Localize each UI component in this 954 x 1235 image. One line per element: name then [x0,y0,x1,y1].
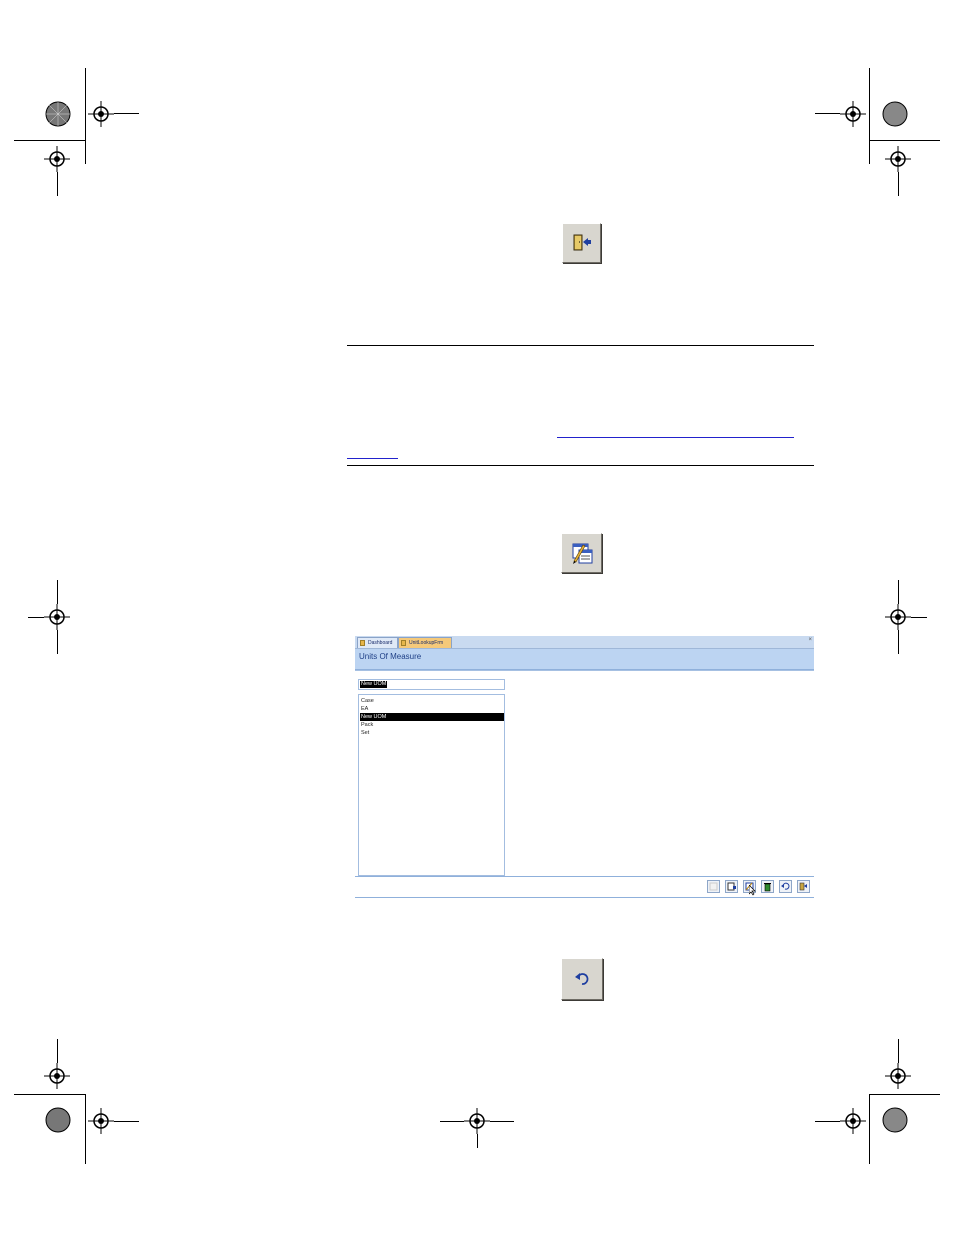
registration-target-icon [885,1063,911,1089]
crop-mark-line [114,113,139,114]
list-item[interactable]: EA [360,705,504,713]
undo-icon [575,973,589,985]
color-wheel-mark-icon [45,1107,71,1133]
undo-button[interactable] [561,958,603,1000]
color-wheel-mark-icon [882,1107,908,1133]
crop-mark-line [14,1094,85,1095]
crop-mark-line [869,68,870,164]
crop-mark-line [14,140,85,141]
crop-mark-line [57,630,58,654]
crop-mark-line [477,1134,478,1148]
exit-door-icon [573,234,591,251]
list-item[interactable]: Pack [360,721,504,729]
crop-mark-line [57,580,58,604]
undo-icon [781,882,790,890]
units-of-measure-form-screenshot: Dashboard UnitLookupFrm × Units Of Measu… [355,636,814,898]
document-tab-bar: Dashboard UnitLookupFrm × [355,636,814,649]
form-icon [360,640,365,646]
registration-target-icon [840,1108,866,1134]
save-button[interactable] [725,880,738,893]
trash-icon [764,883,771,892]
form-title: Units Of Measure [359,652,422,661]
crop-mark-line [898,172,899,196]
uom-listbox[interactable]: Case EA New UOM Pack Set [358,694,505,876]
crop-mark-line [85,1094,86,1164]
section-divider [347,345,814,346]
registration-target-icon [885,146,911,172]
crop-mark-line [28,617,44,618]
crop-mark-line [440,1121,464,1122]
hyperlink-underline[interactable] [557,437,794,438]
crop-mark-line [898,630,899,654]
crop-mark-line [57,172,58,196]
new-record-button[interactable] [707,880,720,893]
registration-target-icon [840,101,866,127]
crop-mark-line [57,1039,58,1063]
undo-button[interactable] [779,880,792,893]
crop-mark-line [911,617,927,618]
edit-record-button[interactable] [561,533,602,573]
edit-form-icon [572,543,593,564]
color-wheel-mark-icon [45,101,71,127]
form-icon [401,640,406,646]
close-tab-icon[interactable]: × [808,637,812,643]
crop-mark-line [869,140,940,141]
registration-target-icon [44,146,70,172]
crop-mark-line [898,580,899,604]
section-divider [347,465,814,466]
crop-mark-line [85,68,86,164]
registration-target-icon [885,604,911,630]
crop-mark-line [869,1094,940,1095]
registration-target-icon [44,604,70,630]
registration-target-icon [88,101,114,127]
close-form-button[interactable] [797,880,810,893]
registration-target-icon [464,1108,490,1134]
uom-name-field[interactable]: New UOM [358,679,505,690]
crop-mark-line [815,113,840,114]
list-item[interactable]: Set [360,729,504,737]
list-item-selected[interactable]: New UOM [360,713,504,721]
crop-mark-line [898,1039,899,1063]
registration-target-icon [44,1063,70,1089]
header-separator [355,670,814,671]
save-icon [727,882,736,891]
color-wheel-mark-icon [882,101,908,127]
crop-mark-line [815,1121,840,1122]
exit-button[interactable] [562,223,601,263]
uom-name-value: New UOM [360,681,388,688]
mouse-cursor-icon [749,885,756,896]
delete-button[interactable] [761,880,774,893]
crop-mark-line [114,1121,139,1122]
tab-unit-lookup-form[interactable]: UnitLookupFrm [398,637,452,648]
new-record-icon [709,882,718,891]
crop-mark-line [869,1094,870,1164]
crop-mark-line [490,1121,514,1122]
registration-target-icon [88,1108,114,1134]
tab-dashboard[interactable]: Dashboard [357,637,398,648]
exit-door-icon [799,882,807,891]
list-item[interactable]: Case [360,697,504,705]
form-toolbar [355,876,814,898]
hyperlink-underline[interactable] [347,458,398,459]
form-header: Units Of Measure [355,649,814,670]
